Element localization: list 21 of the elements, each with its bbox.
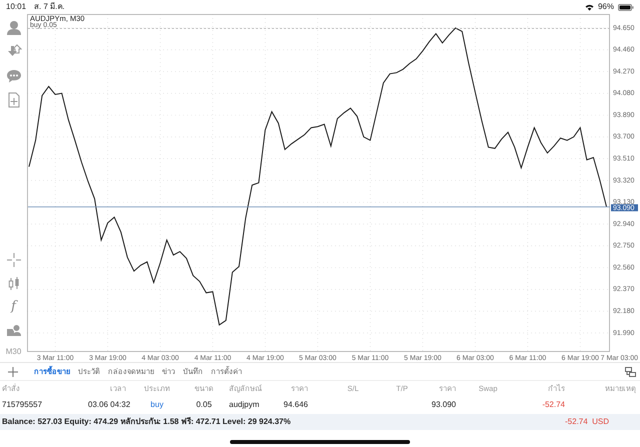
table-cell-text: -52.74 — [541, 399, 565, 411]
battery-icon — [618, 4, 634, 10]
crosshair-icon[interactable] — [6, 252, 22, 268]
account-summary: Balance: 527.03 Equity: 474.29 หลักประกัน: 1.58 ฟรี: 472.71 Level: 29 924.37% — [2, 416, 291, 428]
objects-icon[interactable] — [6, 322, 22, 338]
date-label: ส. 7 มี.ค. — [34, 1, 65, 13]
chat-icon[interactable] — [6, 68, 22, 84]
table-cell-text: 93.090 — [430, 399, 456, 411]
layout-icon[interactable] — [625, 366, 636, 376]
table-cell-text: 715795557 — [1, 399, 44, 411]
account-icon[interactable] — [6, 20, 22, 36]
table-cell-text: 94.646 — [282, 399, 308, 411]
table-cell-text: 0.05 — [195, 399, 213, 411]
total-profit: -52.74 USD — [565, 416, 610, 428]
new-document-icon[interactable] — [6, 92, 22, 108]
table-cell-text: audjpym — [228, 399, 260, 411]
clock-time: 10:01 — [6, 1, 26, 13]
wifi-icon — [584, 4, 594, 10]
battery-percent: 96% — [598, 1, 614, 13]
indicators-button[interactable]: f — [11, 300, 16, 314]
add-icon[interactable] — [8, 366, 18, 376]
